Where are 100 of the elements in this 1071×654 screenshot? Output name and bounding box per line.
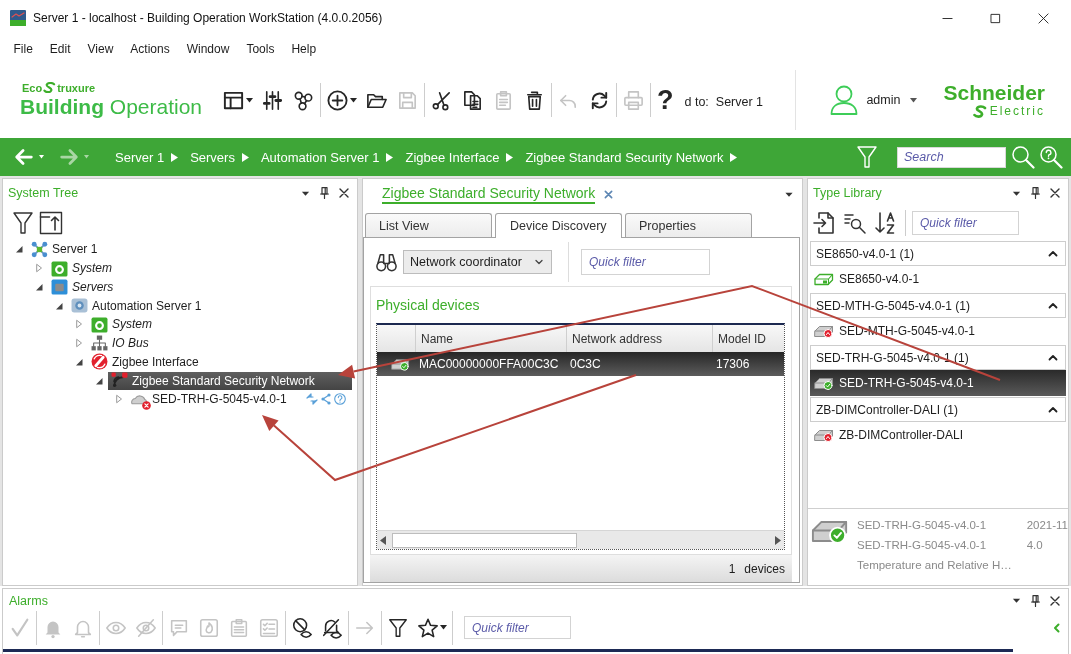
breadcrumb-arrow-icon[interactable] <box>506 152 514 162</box>
group-header[interactable]: ZB-DIMController-DALI (1) <box>810 397 1066 422</box>
group-header[interactable]: SED-MTH-G-5045-v4.0-1 (1) <box>810 293 1066 318</box>
detail-text: SED-TRH-G-5045-v4.0-1 <box>857 539 987 551</box>
pin-icon[interactable] <box>1031 594 1040 607</box>
close-icon[interactable] <box>1050 188 1060 198</box>
chevron-down-icon <box>535 259 543 265</box>
breadcrumb-arrow-icon[interactable] <box>241 152 249 162</box>
tree-item[interactable]: IO Bus <box>88 334 153 353</box>
quick-filter-field[interactable]: Quick filter <box>912 211 1019 235</box>
controller-icon <box>71 297 88 315</box>
chevron-up-icon[interactable] <box>1048 354 1058 361</box>
caret-icon[interactable] <box>246 97 253 103</box>
type-item[interactable]: SE8650-v4.0-1 <box>810 266 1066 292</box>
breadcrumb-arrow-icon[interactable] <box>386 152 394 162</box>
quick-filter-field[interactable]: Quick filter <box>581 249 710 275</box>
server-folder-icon <box>51 278 68 296</box>
expanded-triangle-icon[interactable] <box>34 281 44 292</box>
breadcrumb-arrow-icon[interactable] <box>730 152 738 162</box>
chevron-up-icon[interactable] <box>1048 250 1058 257</box>
import-icon[interactable] <box>812 211 836 235</box>
tree-item[interactable]: Zigbee Interface <box>88 352 203 371</box>
help-search-icon[interactable] <box>1039 145 1063 169</box>
filter-icon[interactable] <box>387 616 409 639</box>
type-dropdown[interactable]: Network coordinator <box>403 250 552 274</box>
menu-item[interactable]: Actions <box>121 39 179 59</box>
tab[interactable]: Device Discovery <box>495 213 622 238</box>
scroll-left-icon[interactable] <box>380 535 386 545</box>
chevron-up-icon[interactable] <box>1048 406 1058 413</box>
expanded-triangle-icon[interactable] <box>54 300 64 311</box>
type-item[interactable]: SED-TRH-G-5045-v4.0-1 <box>810 370 1066 396</box>
menu-item[interactable]: Edit <box>41 39 80 59</box>
tree-item[interactable]: Server 1 <box>28 240 102 259</box>
count-label: devices <box>744 561 785 576</box>
chevron-left-icon[interactable] <box>1053 622 1060 633</box>
plus-circle-icon[interactable] <box>326 88 349 112</box>
type-item[interactable]: ZB-DIMController-DALI <box>810 422 1066 448</box>
tab[interactable]: List View <box>365 213 492 237</box>
link-arrows-icon[interactable] <box>306 393 318 406</box>
help-button[interactable]: ? <box>656 85 675 115</box>
copy-icon[interactable] <box>461 88 484 112</box>
dropdown-caret-icon[interactable] <box>1012 596 1021 605</box>
tree-item[interactable]: Automation Server 1 <box>68 296 206 315</box>
menu-item[interactable]: File <box>5 39 42 59</box>
circle-logo-icon <box>91 353 108 371</box>
back-arrow-icon[interactable] <box>13 146 35 168</box>
scroll-right-icon[interactable] <box>775 535 781 545</box>
close-icon[interactable] <box>339 188 349 198</box>
tree-item[interactable]: System <box>88 315 156 334</box>
tree-item[interactable]: System <box>48 259 116 278</box>
table-cell-text: MAC00000000FFA00C3C <box>418 357 560 371</box>
close-icon[interactable] <box>1037 12 1049 24</box>
logo-text: Electric <box>989 104 1045 118</box>
help-circle-icon[interactable] <box>334 393 346 406</box>
menu-item[interactable]: Window <box>178 39 238 59</box>
expanded-triangle-icon[interactable] <box>14 244 24 255</box>
share-icon[interactable] <box>321 393 331 406</box>
menu-item[interactable]: Help <box>282 39 325 59</box>
star-icon[interactable] <box>417 616 439 639</box>
connection-label: d to: <box>684 95 709 109</box>
menu-item[interactable]: Tools <box>237 39 283 59</box>
sliders-icon[interactable] <box>261 88 284 112</box>
filter-icon[interactable] <box>13 211 33 235</box>
collapse-icon[interactable] <box>39 211 63 235</box>
panel-title: Alarms <box>9 593 48 608</box>
tree-item[interactable]: Zigbee Standard Security Network <box>108 371 352 390</box>
search-icon[interactable] <box>1011 145 1035 169</box>
bell-slash-icon[interactable] <box>321 616 343 639</box>
close-icon[interactable] <box>1050 595 1060 606</box>
tab[interactable]: Properties <box>625 213 752 237</box>
horizontal-scrollbar[interactable] <box>377 530 784 549</box>
logo-mark-icon <box>972 104 987 118</box>
tree-item[interactable]: Servers <box>48 277 118 296</box>
logo-text: Schneider <box>943 82 1045 104</box>
scrollbar-thumb[interactable] <box>392 532 577 548</box>
device-icon <box>814 376 834 390</box>
quick-filter-field[interactable]: Quick filter <box>464 616 571 639</box>
search-field[interactable]: Search <box>897 146 1006 168</box>
group-header[interactable]: SE8650-v4.0-1 (1) <box>810 241 1066 266</box>
caret-icon[interactable] <box>440 625 447 630</box>
chevron-up-icon[interactable] <box>1048 302 1058 309</box>
gear-folder-icon <box>91 315 108 333</box>
breadcrumb-arrow-icon[interactable] <box>171 152 179 162</box>
pin-icon[interactable] <box>320 187 329 199</box>
hide-icon[interactable] <box>291 616 313 639</box>
tree-item[interactable]: SED-TRH-G-5045-v4.0-1 <box>128 390 291 409</box>
logo-text: Eco <box>22 81 43 94</box>
expanded-triangle-icon[interactable] <box>74 356 84 367</box>
table-row[interactable]: MAC00000000FFA00C3C 0C3C 17306 <box>377 352 784 376</box>
search-list-icon[interactable] <box>843 211 867 235</box>
expanded-triangle-icon[interactable] <box>94 375 104 386</box>
device-count: 1 <box>728 561 736 576</box>
device-icon <box>814 324 834 338</box>
pin-icon[interactable] <box>1031 187 1040 199</box>
menu-item[interactable]: View <box>79 39 122 59</box>
user-name[interactable]: admin <box>866 93 901 107</box>
maximize-icon[interactable] <box>989 12 1001 24</box>
caret-icon[interactable] <box>910 97 918 103</box>
caret-icon[interactable] <box>350 97 357 103</box>
connection-value: Server 1 <box>715 95 764 109</box>
